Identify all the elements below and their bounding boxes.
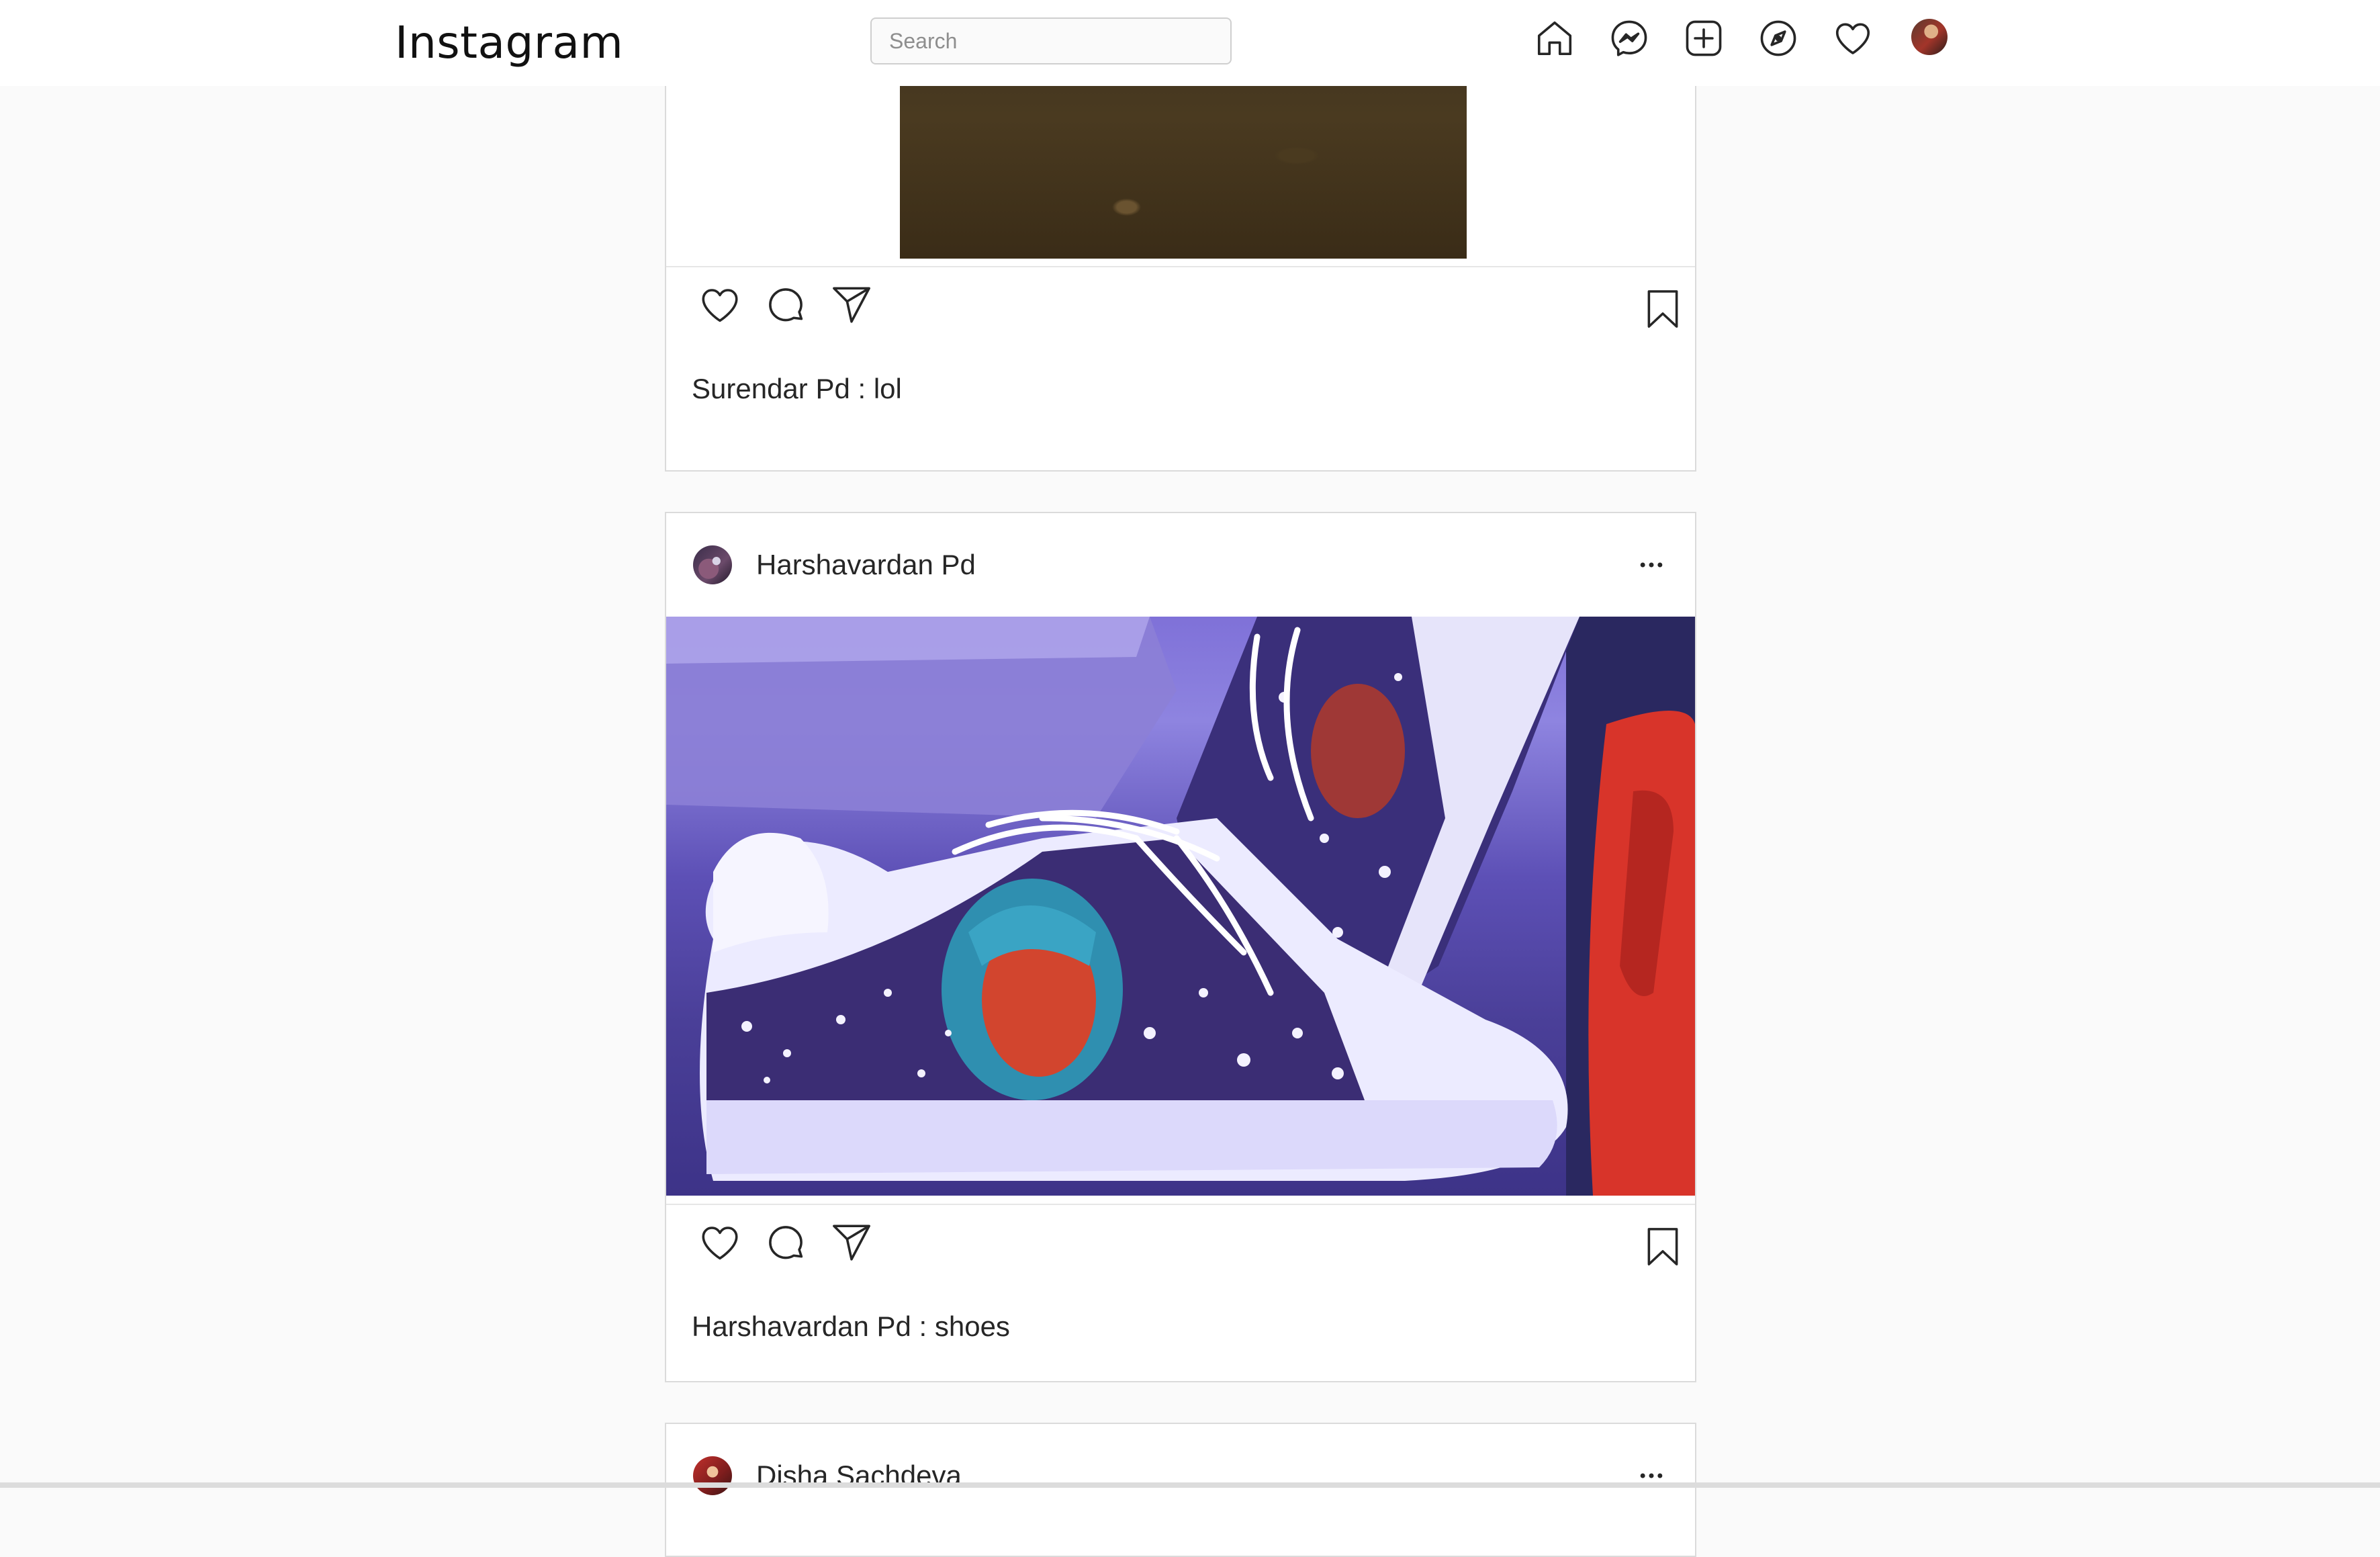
more-options-icon[interactable] bbox=[1635, 548, 1668, 582]
post-image[interactable] bbox=[666, 617, 1695, 1196]
post-divider bbox=[666, 266, 1695, 267]
post-caption: Harshavardan Pd : shoes bbox=[692, 1310, 1010, 1342]
share-icon[interactable] bbox=[826, 1217, 877, 1268]
profile-avatar[interactable] bbox=[1911, 19, 1948, 55]
share-icon[interactable] bbox=[826, 279, 877, 330]
post-header: Harshavardan Pd bbox=[666, 513, 1695, 615]
post-author-avatar[interactable] bbox=[693, 545, 732, 584]
post-caption: Surendar Pd : lol bbox=[692, 373, 902, 404]
new-post-icon[interactable] bbox=[1680, 15, 1727, 62]
activity-heart-icon[interactable] bbox=[1829, 15, 1876, 62]
top-navigation-bar: Instagram bbox=[0, 0, 2380, 86]
instagram-logo[interactable]: Instagram bbox=[395, 15, 623, 71]
explore-icon[interactable] bbox=[1755, 15, 1802, 62]
post-divider bbox=[666, 1204, 1695, 1205]
messenger-icon[interactable] bbox=[1606, 15, 1653, 62]
post-card: Disha Sachdeva bbox=[665, 1423, 1696, 1557]
comment-icon[interactable] bbox=[760, 1217, 811, 1268]
post-header: Disha Sachdeva bbox=[666, 1424, 1695, 1526]
post-author-avatar[interactable] bbox=[693, 1456, 732, 1495]
post-username[interactable]: Harshavardan Pd bbox=[756, 547, 976, 583]
home-icon[interactable] bbox=[1531, 15, 1578, 62]
like-icon[interactable] bbox=[694, 1217, 745, 1268]
comment-icon[interactable] bbox=[760, 279, 811, 330]
like-icon[interactable] bbox=[694, 279, 745, 330]
post-card: Harshavardan Pd Harshavardan Pd: shoes bbox=[665, 512, 1696, 1382]
sneaker-illustration bbox=[666, 617, 1695, 1196]
save-icon[interactable] bbox=[1637, 283, 1688, 335]
horizontal-scrollbar[interactable] bbox=[0, 1482, 2380, 1488]
search-input[interactable] bbox=[870, 17, 1232, 64]
save-icon[interactable] bbox=[1637, 1221, 1688, 1272]
post-username[interactable]: Disha Sachdeva bbox=[756, 1458, 962, 1494]
